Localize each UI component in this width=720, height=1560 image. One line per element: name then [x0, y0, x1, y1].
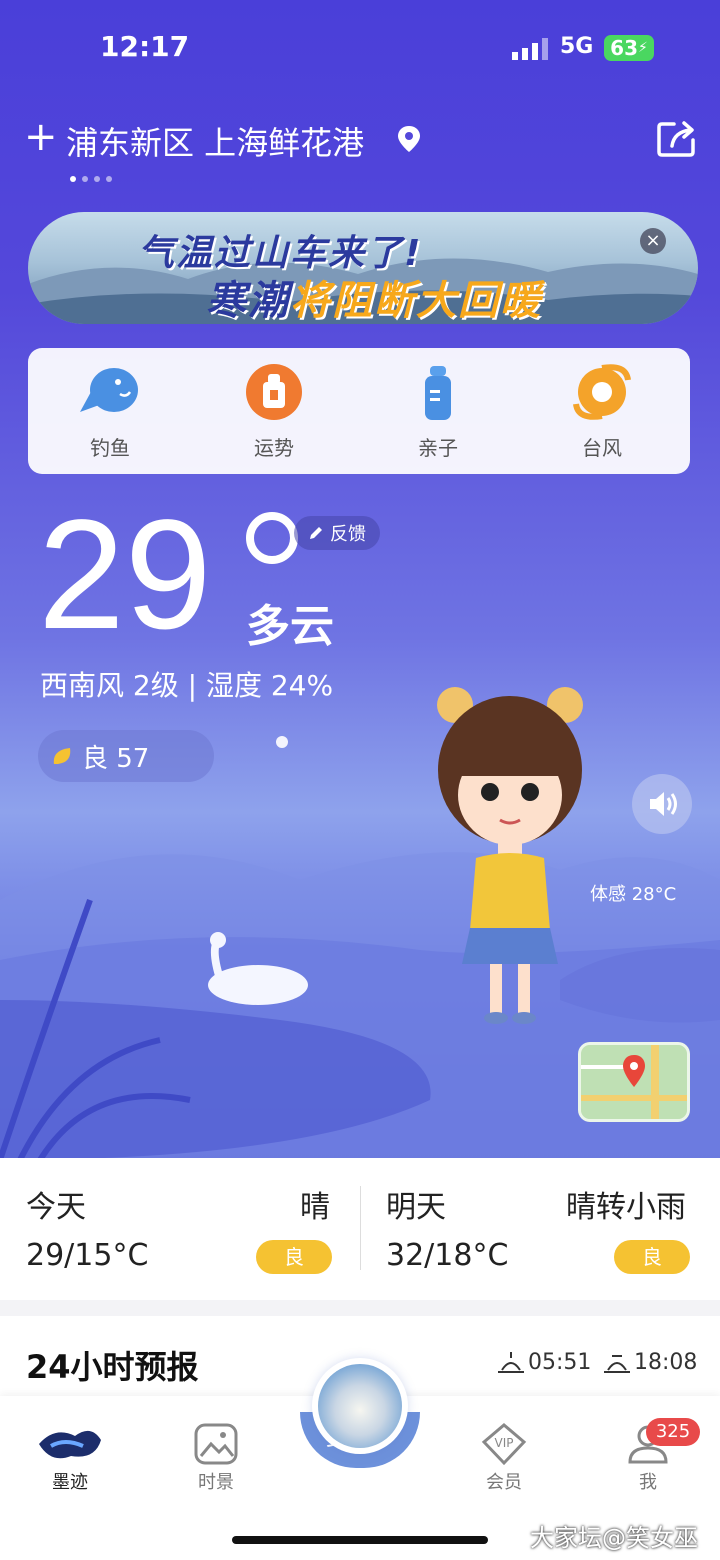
avatar-girl[interactable] — [410, 680, 610, 1060]
add-city-button[interactable]: + — [24, 117, 58, 158]
wind-humidity: 西南风 2级 | 湿度 24% — [40, 669, 334, 702]
sunset-time: 18:08 — [604, 1350, 697, 1375]
location-name[interactable]: 浦东新区 上海鲜花港 — [66, 118, 364, 164]
battery-indicator: 63 ⚡ — [604, 35, 654, 61]
quick-tools-panel: 钓鱼 运势 亲子 台风 — [28, 348, 690, 474]
aqi-value: 良 57 — [82, 743, 150, 774]
page-dot-active — [70, 176, 76, 182]
tab-label: 时景 — [198, 1472, 234, 1493]
tool-parenting[interactable]: 亲子 — [388, 362, 488, 461]
banner-subheadline: 寒潮将阻断大回暖 — [206, 268, 542, 324]
degree-symbol — [246, 512, 298, 564]
notification-badge: 325 — [646, 1418, 700, 1446]
page-dot — [106, 176, 112, 182]
sunset-icon — [604, 1354, 630, 1373]
weather-condition: 多云 — [246, 601, 334, 652]
typhoon-icon — [573, 364, 631, 420]
today-weather: 晴 — [300, 1190, 330, 1225]
status-time: 12:17 — [100, 30, 190, 63]
charging-bolt-icon: ⚡ — [638, 40, 648, 56]
home-indicator[interactable] — [232, 1536, 488, 1544]
forecast-divider — [360, 1186, 361, 1270]
tool-typhoon[interactable]: 台风 — [552, 362, 652, 461]
tab-label: 墨迹 — [52, 1472, 88, 1493]
air-quality-pill[interactable]: 良 57 — [38, 730, 214, 782]
tomorrow-aqi-badge: 良 — [614, 1240, 690, 1274]
banner-close-button[interactable]: × — [640, 228, 666, 254]
today-temp-range: 29/15°C — [26, 1238, 149, 1273]
tab-moji[interactable]: 墨迹 — [20, 1420, 120, 1494]
watermark-text: 大家坛@笑女巫 — [530, 1524, 698, 1552]
today-aqi-badge: 良 — [256, 1240, 332, 1274]
tab-label: 我 — [639, 1472, 657, 1493]
cellular-signal-icon — [512, 38, 548, 60]
weather-map-button[interactable] — [578, 1042, 690, 1122]
tool-fishing[interactable]: 钓鱼 — [60, 362, 160, 461]
tool-label: 台风 — [582, 436, 622, 460]
current-temperature: 29 — [38, 488, 212, 662]
moji-logo-icon — [39, 1430, 101, 1459]
tab-vip[interactable]: VIP 会员 — [454, 1420, 554, 1494]
sunset-value: 18:08 — [634, 1350, 698, 1375]
cloud-image-icon[interactable] — [318, 1364, 402, 1448]
today-label: 今天 — [26, 1190, 86, 1225]
fish-icon — [80, 368, 138, 412]
photo-icon — [194, 1423, 238, 1465]
baby-bottle-icon — [425, 366, 451, 420]
battery-level: 63 — [610, 36, 638, 60]
feedback-label: 反馈 — [330, 524, 366, 545]
tool-label: 亲子 — [418, 436, 458, 460]
promo-banner[interactable]: 气温过山车来了! 寒潮将阻断大回暖 × — [28, 212, 698, 324]
page-dot — [82, 176, 88, 182]
page-dot — [94, 176, 100, 182]
share-icon[interactable] — [656, 118, 698, 158]
tool-label: 运势 — [254, 436, 294, 460]
leaf-icon — [53, 748, 71, 764]
tab-photos[interactable]: 时景 — [166, 1420, 266, 1494]
sunrise-value: 05:51 — [528, 1350, 592, 1375]
tomorrow-weather: 晴转小雨 — [566, 1190, 686, 1225]
location-pin-icon — [398, 126, 420, 152]
map-pin-icon — [581, 1045, 687, 1119]
pencil-icon — [310, 527, 322, 539]
tool-fortune[interactable]: 运势 — [224, 362, 324, 461]
feels-like-temp: 体感 28°C — [590, 884, 677, 905]
hourly-forecast-title: 24小时预报 — [26, 1348, 199, 1386]
network-type: 5G — [560, 34, 594, 59]
city-page-indicator — [70, 176, 112, 182]
vip-icon: VIP — [481, 1423, 527, 1466]
speaker-icon — [650, 792, 677, 816]
feedback-button[interactable]: 反馈 — [294, 516, 380, 550]
fortune-icon — [246, 364, 302, 420]
svg-text:VIP: VIP — [495, 1436, 514, 1450]
tab-label: 会员 — [486, 1472, 522, 1493]
tomorrow-temp-range: 32/18°C — [386, 1238, 509, 1273]
banner-subheadline-part1: 寒潮 — [206, 278, 290, 324]
tomorrow-label: 明天 — [386, 1190, 446, 1225]
voice-broadcast-button[interactable] — [632, 774, 692, 834]
section-gap — [0, 1300, 720, 1316]
sunrise-time: 05:51 — [498, 1350, 591, 1375]
tool-label: 钓鱼 — [90, 436, 130, 460]
banner-subheadline-part2: 将阻断大回暖 — [290, 278, 542, 324]
sunrise-icon — [498, 1351, 524, 1373]
